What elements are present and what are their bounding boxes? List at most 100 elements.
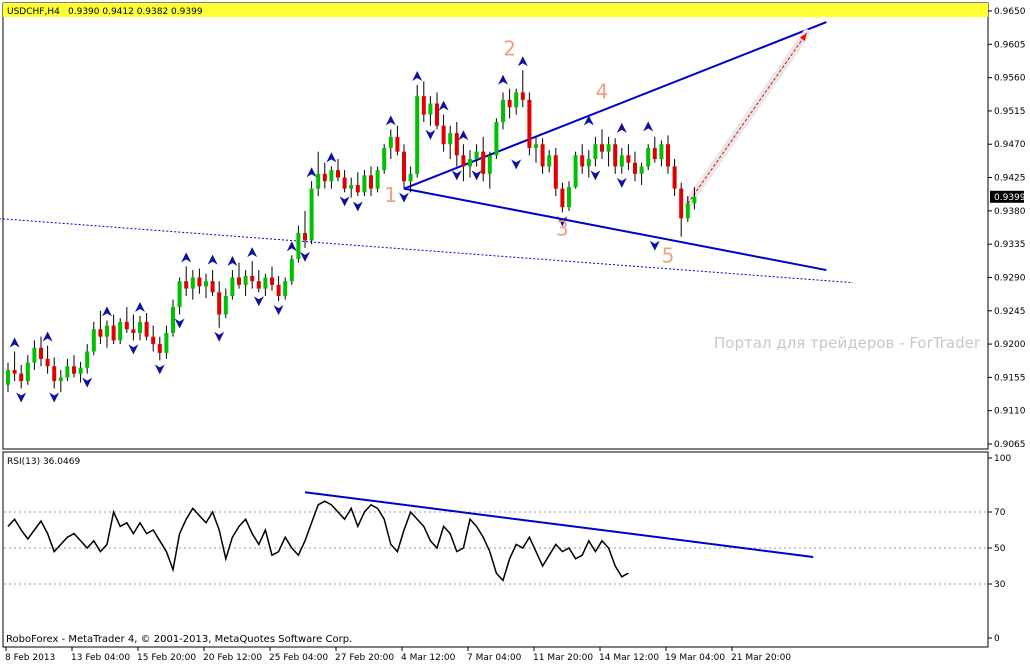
bear-candle — [217, 292, 222, 315]
bear-candle — [39, 347, 43, 359]
ohlc-readout: 0.9390 0.9412 0.9382 0.9399 — [68, 7, 203, 17]
price-axis: 0.9650 0.9605 0.9560 0.9515 0.9470 0.9425 0.93… — [988, 7, 1026, 450]
price-tick-label: 0.9515 — [994, 107, 1026, 117]
price-tick-label: 0.9470 — [994, 140, 1026, 150]
time-tick-label: 14 Mar 12:00 — [599, 653, 659, 663]
bull-candle — [468, 159, 472, 167]
bear-candle — [633, 162, 637, 174]
bull-candle — [58, 377, 63, 382]
bull-candle — [685, 203, 690, 219]
time-tick-label: 19 Mar 04:00 — [665, 653, 725, 663]
price-tick-label: 0.9425 — [994, 174, 1026, 184]
bull-candle — [177, 281, 182, 308]
bear-candle — [144, 321, 149, 337]
bear-candle — [580, 155, 585, 167]
bear-candle — [303, 233, 307, 241]
bear-candle — [369, 175, 373, 189]
bear-candle — [454, 133, 459, 156]
bear-candle — [507, 99, 512, 108]
bear-candle — [560, 188, 565, 208]
bull-candle — [25, 362, 30, 382]
time-tick-label: 8 Feb 2013 — [5, 653, 55, 663]
bull-candle — [32, 347, 37, 363]
bull-candle — [118, 321, 123, 341]
bear-candle — [679, 188, 684, 219]
bear-candle — [151, 336, 156, 345]
wave-label: 4 — [596, 79, 609, 103]
bull-candle — [428, 103, 433, 115]
bear-candle — [270, 277, 274, 285]
bull-candle — [448, 133, 453, 145]
bear-candle — [184, 281, 189, 289]
bear-candle — [421, 96, 426, 115]
last-price-label: 0.9399 — [994, 193, 1026, 203]
bull-candle — [6, 369, 10, 385]
bear-candle — [98, 329, 103, 337]
wave-label: 3 — [556, 216, 569, 240]
bull-candle — [171, 307, 175, 333]
time-tick-label: 13 Feb 04:00 — [71, 653, 130, 663]
bear-candle — [652, 147, 657, 160]
bull-candle — [375, 170, 380, 189]
bull-candle — [586, 159, 591, 167]
bull-candle — [91, 329, 96, 352]
time-tick-label: 27 Feb 20:00 — [335, 653, 394, 663]
time-tick-label: 11 Mar 20:00 — [533, 653, 593, 663]
bull-candle — [105, 325, 109, 337]
bear-candle — [52, 366, 57, 382]
bear-candle — [527, 99, 532, 148]
bull-candle — [619, 155, 624, 167]
watermark: Портал для трейдеров - ForTrader — [714, 334, 981, 352]
bull-candle — [547, 155, 552, 167]
bull-candle — [289, 258, 294, 282]
bear-candle — [342, 177, 347, 189]
bear-candle — [157, 344, 162, 353]
bull-candle — [487, 155, 492, 174]
bull-candle — [474, 151, 479, 160]
price-tick-label: 0.9200 — [994, 340, 1026, 350]
price-tick-label: 0.9560 — [994, 74, 1026, 84]
rsi-tick-label: 50 — [994, 544, 1006, 554]
bull-candle — [85, 351, 90, 368]
chart-window[interactable]: USDCHF,H4 0.9390 0.9412 0.9382 0.9399 По… — [0, 0, 1030, 664]
bull-candle — [692, 196, 697, 204]
bull-candle — [573, 155, 578, 188]
time-tick-label: 20 Feb 12:00 — [203, 653, 262, 663]
bear-candle — [210, 281, 215, 293]
time-tick-label: 4 Mar 12:00 — [401, 653, 456, 663]
bull-candle — [494, 122, 499, 156]
bear-candle — [520, 92, 525, 100]
symbol-label: USDCHF,H4 — [7, 7, 60, 17]
rsi-tick-label: 70 — [994, 508, 1006, 518]
bull-candle — [138, 321, 142, 333]
bull-candle — [223, 295, 228, 315]
bear-candle — [72, 366, 76, 374]
bull-candle — [349, 184, 354, 189]
bull-candle — [646, 147, 651, 167]
bull-candle — [501, 99, 505, 123]
bull-candle — [659, 144, 664, 160]
rsi-panel-frame — [2, 451, 989, 648]
bull-candle — [309, 188, 314, 241]
bear-candle — [124, 321, 129, 330]
bear-candle — [12, 369, 17, 374]
bear-candle — [256, 281, 261, 289]
price-tick-label: 0.9155 — [994, 373, 1026, 383]
rsi-tick-label: 30 — [994, 580, 1006, 590]
bull-candle — [382, 147, 387, 171]
bull-candle — [408, 173, 413, 182]
bull-candle — [296, 233, 301, 259]
bear-candle — [322, 173, 327, 182]
bull-candle — [534, 144, 538, 148]
time-axis: 8 Feb 2013 13 Feb 04:00 15 Feb 20:00 20 Feb… — [5, 647, 791, 663]
bear-candle — [402, 151, 406, 182]
bull-candle — [190, 277, 195, 289]
price-tick-label: 0.9605 — [994, 40, 1026, 50]
bull-candle — [263, 277, 268, 289]
bear-candle — [435, 103, 439, 126]
bear-candle — [461, 155, 466, 167]
time-tick-label: 25 Feb 04:00 — [269, 653, 328, 663]
bull-candle — [639, 166, 644, 174]
price-chart-svg: USDCHF,H4 0.9390 0.9412 0.9382 0.9399 По… — [0, 2, 1026, 663]
bull-candle — [329, 170, 334, 182]
